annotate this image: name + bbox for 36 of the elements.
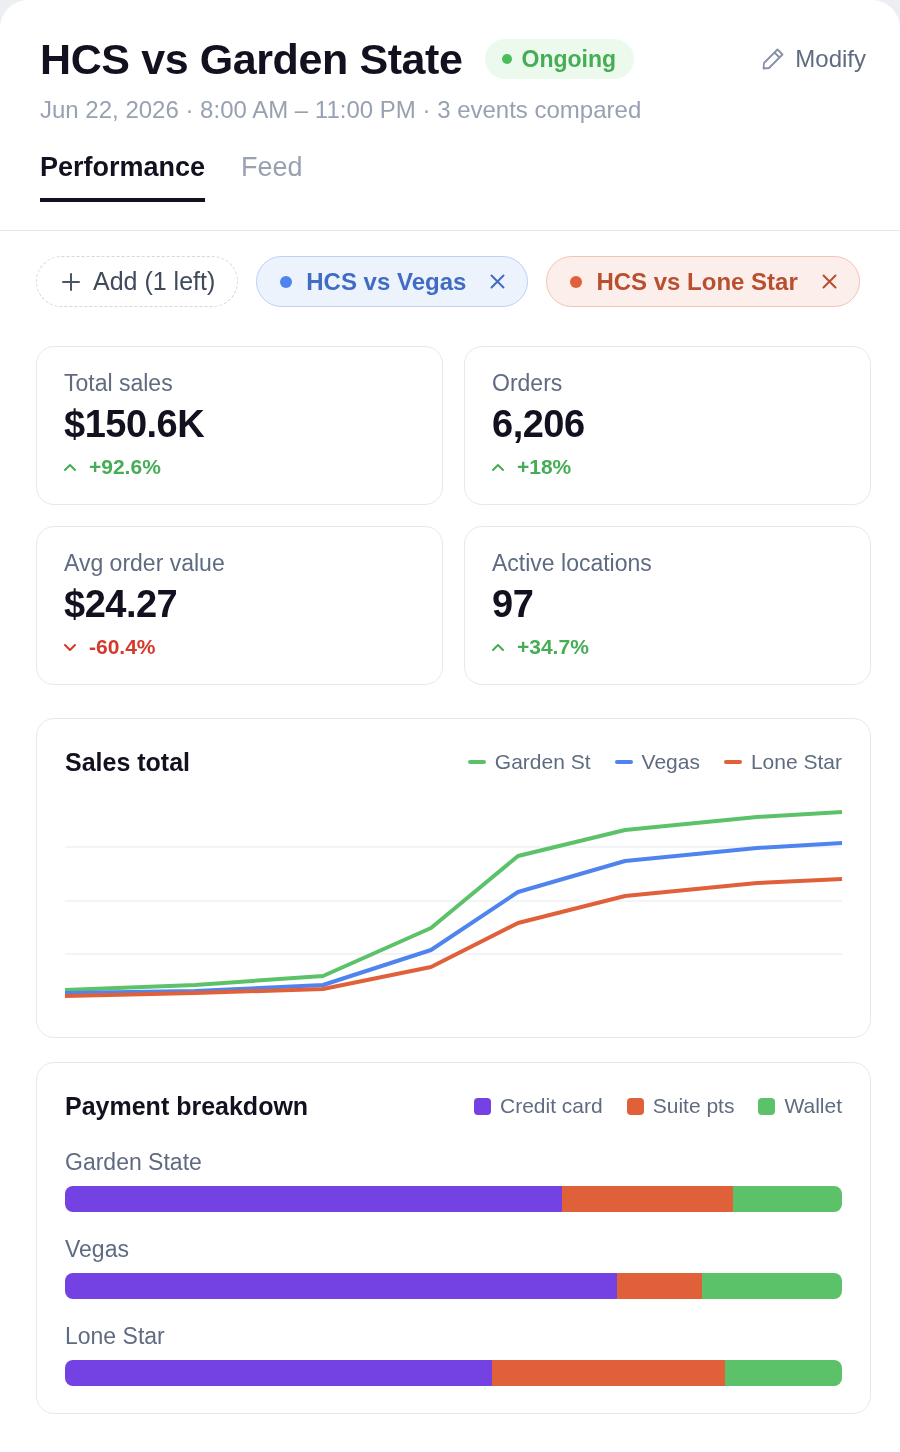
stat-label: Total sales: [64, 370, 174, 397]
event-subtitle: Jun 22, 2026 · 8:00 AM – 11:00 PM · 3 events compared: [40, 96, 643, 124]
stat-change: +92.6%: [89, 455, 161, 479]
close-icon[interactable]: [821, 274, 837, 289]
stat-value: $24.27: [64, 583, 179, 625]
stat-value: 97: [492, 583, 535, 625]
page-title: HCS vs Garden State: [40, 35, 463, 83]
breakdown-label: Lone Star: [65, 1323, 166, 1349]
stat-label: Avg order value: [64, 550, 226, 577]
add-event-button[interactable]: Add (1 left): [36, 256, 239, 307]
stat-value: $150.6K: [64, 403, 206, 445]
stat-change: +34.7%: [517, 635, 589, 659]
chart-title: Sales total: [65, 748, 191, 776]
stat-change: -60.4%: [89, 635, 156, 659]
legend-label: Lone Star: [750, 750, 842, 774]
stat-label: Active locations: [492, 550, 653, 577]
legend-label: Suite pts: [652, 1094, 735, 1118]
tab[interactable]: Performance: [40, 140, 206, 202]
pencil-icon: [761, 47, 786, 71]
stat-value: 6,206: [492, 403, 586, 445]
plus-icon: [62, 272, 80, 291]
legend-label: Wallet: [784, 1094, 842, 1118]
event-chip-label: HCS vs Vegas: [306, 267, 467, 296]
stat-change: +18%: [517, 455, 572, 479]
payment-title: Payment breakdown: [65, 1092, 309, 1120]
event-chip-label: HCS vs Lone Star: [596, 267, 798, 296]
modify-button[interactable]: Modify: [761, 45, 866, 73]
breakdown-label: Garden State: [65, 1149, 203, 1175]
status-dot-icon: [501, 54, 512, 64]
legend-label: Garden St: [494, 750, 591, 774]
close-icon[interactable]: [490, 274, 506, 289]
legend-label: Vegas: [641, 750, 700, 774]
breakdown-label: Vegas: [65, 1236, 130, 1262]
legend-label: Credit card: [500, 1094, 603, 1118]
stat-label: Orders: [492, 370, 564, 397]
status-label: Ongoing: [521, 45, 617, 73]
